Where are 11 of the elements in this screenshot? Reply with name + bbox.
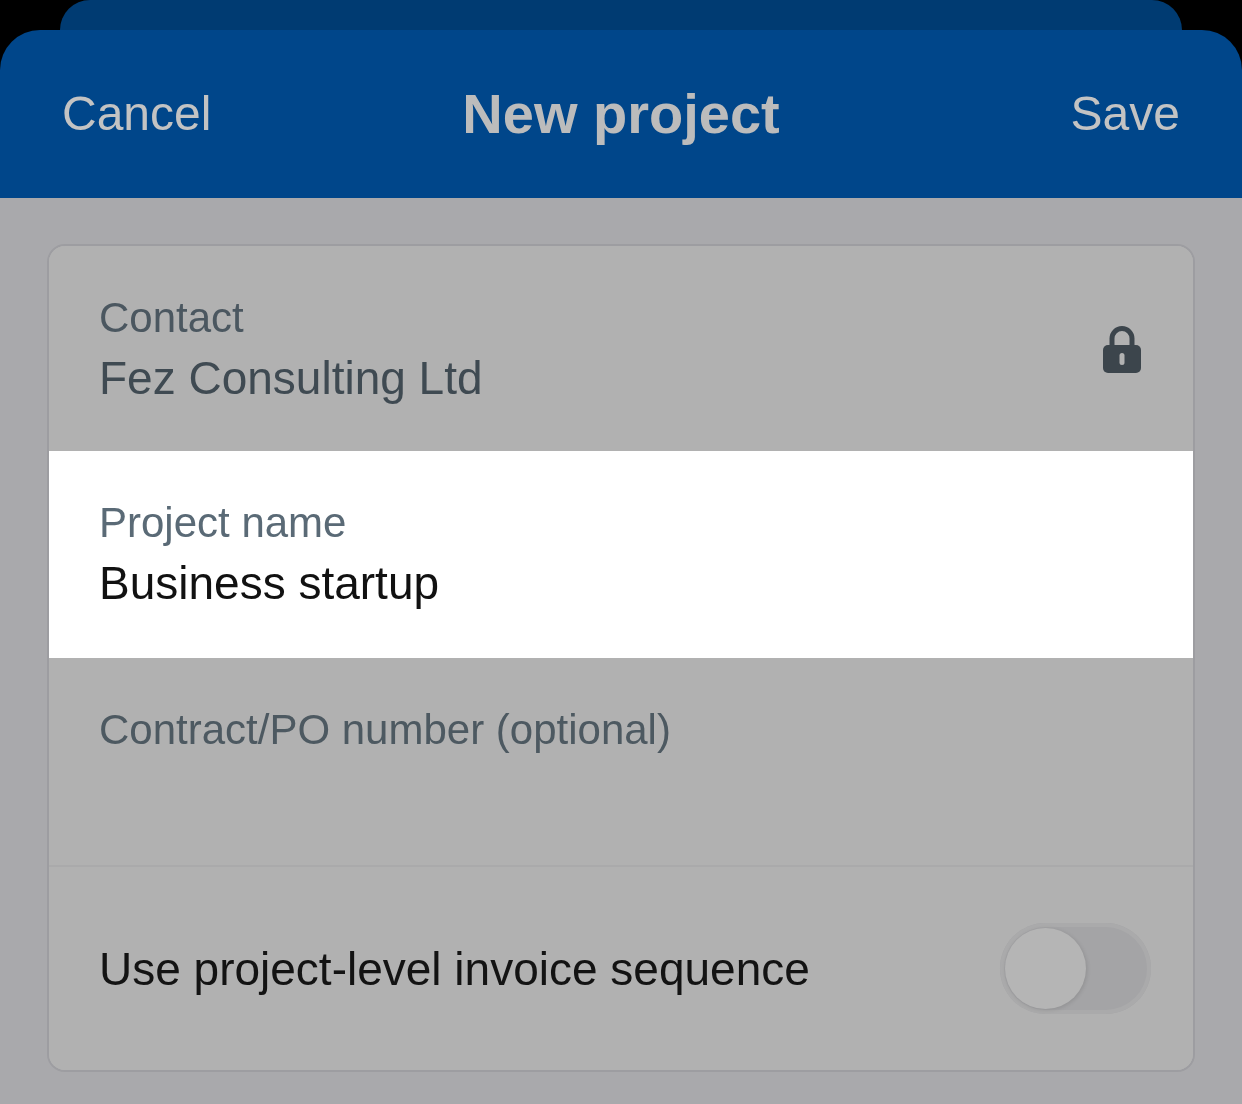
field-label: Project name [99, 498, 347, 548]
save-button[interactable]: Save [1070, 85, 1180, 143]
lock-icon [1103, 324, 1141, 373]
text-input[interactable]: Business startup [99, 553, 1143, 613]
text-field[interactable]: Project name Business startup [49, 451, 1193, 658]
cancel-button[interactable]: Cancel [62, 85, 212, 143]
field-value: Fez Consulting Ltd [99, 351, 483, 406]
toggle-label: Use project-level invoice sequence [99, 941, 810, 997]
field-label: Contact [99, 293, 244, 343]
header-title: New project [462, 81, 780, 148]
text-input[interactable]: Contract/PO number (optional) [99, 704, 1143, 756]
